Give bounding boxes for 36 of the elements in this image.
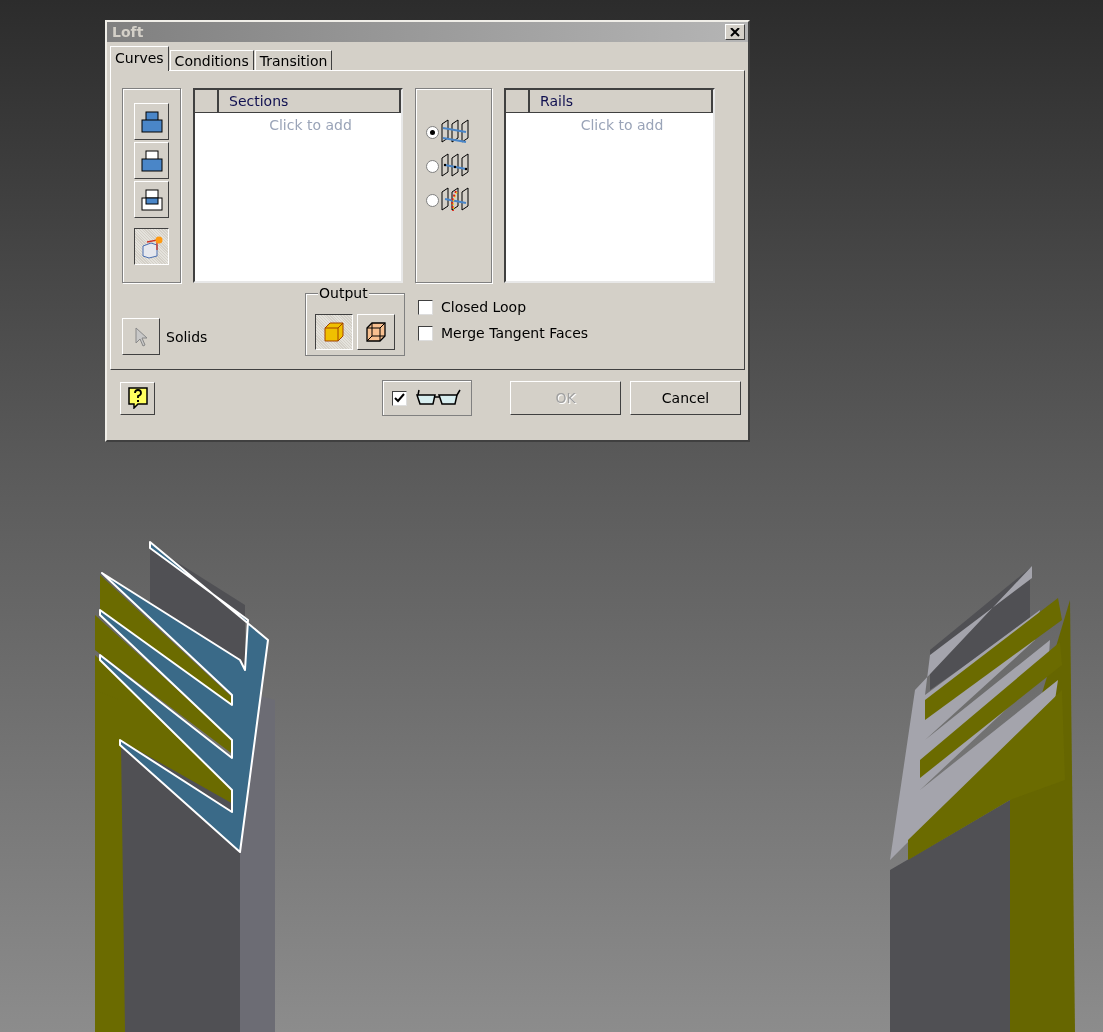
stacked-planes-icon — [138, 108, 165, 135]
select-button[interactable] — [122, 318, 160, 355]
stacked-planes-icon — [138, 147, 165, 174]
radio-button[interactable] — [426, 159, 439, 173]
rails-list[interactable]: Rails Click to add — [504, 88, 715, 283]
sections-list[interactable]: Sections Click to add — [193, 88, 403, 283]
output-label: Output — [318, 285, 369, 301]
checkbox-label: Closed Loop — [441, 299, 527, 315]
close-button[interactable] — [725, 24, 745, 40]
radio-button[interactable] — [426, 125, 439, 139]
help-icon — [127, 387, 148, 409]
column-header: Sections — [219, 90, 401, 112]
help-button[interactable] — [120, 381, 155, 415]
checkbox[interactable] — [418, 299, 433, 315]
close-icon — [730, 27, 740, 37]
checkbox[interactable] — [418, 325, 433, 341]
planes-icon — [440, 119, 472, 145]
solid-cube-icon — [322, 320, 346, 344]
radio-button[interactable] — [426, 193, 439, 207]
stacked-planes-icon — [138, 186, 165, 213]
cursor-icon — [134, 326, 148, 347]
window-title: Loft — [112, 24, 144, 40]
tool-button[interactable] — [134, 228, 169, 265]
column-header: Rails — [530, 90, 713, 112]
tab[interactable]: Curves — [110, 46, 169, 71]
planes-icon — [440, 153, 472, 179]
surface-cube-icon — [364, 320, 388, 344]
tab[interactable]: Transition — [254, 50, 333, 70]
tab[interactable]: Conditions — [169, 50, 254, 70]
checkbox[interactable] — [392, 390, 407, 406]
dialog-button[interactable]: Cancel — [630, 381, 741, 415]
output-button[interactable] — [315, 314, 353, 350]
planes-icon — [440, 187, 472, 213]
glasses-icon — [415, 389, 461, 407]
solids-label: Solids — [166, 328, 208, 345]
checkbox-label: Merge Tangent Faces — [441, 325, 589, 341]
